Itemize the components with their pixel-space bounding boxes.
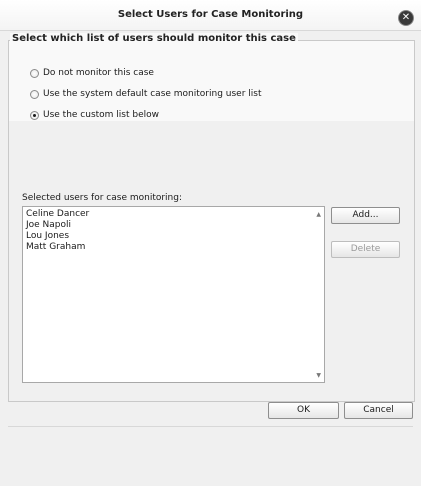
radio-label: Use the custom list below [43, 110, 160, 120]
add-button[interactable]: Add... [331, 207, 400, 224]
radio-do-not-monitor[interactable]: Do not monitor this case [30, 66, 154, 80]
scroll-up-arrow-icon[interactable]: ▲ [316, 211, 321, 218]
group-legend: Select which list of users should monito… [10, 33, 298, 44]
radio-custom-list[interactable]: Use the custom list below [30, 108, 159, 122]
dialog-titlebar: Select Users for Case Monitoring ✕ [0, 0, 421, 31]
close-icon[interactable]: ✕ [399, 11, 413, 25]
scroll-down-arrow-icon[interactable]: ▼ [316, 372, 321, 379]
radio-button-icon[interactable] [30, 110, 39, 120]
list-item[interactable]: Joe Napoli [26, 220, 321, 231]
user-list-label: Selected users for case monitoring: [22, 193, 183, 203]
ok-button[interactable]: OK [268, 402, 339, 419]
radio-button-icon[interactable] [30, 68, 39, 78]
user-listbox[interactable]: Celine Dancer Joe Napoli Lou Jones Matt … [22, 206, 325, 383]
list-item[interactable]: Matt Graham [26, 242, 321, 253]
delete-button[interactable]: Delete [331, 241, 400, 258]
dialog-footer [8, 426, 413, 479]
radio-button-icon[interactable] [30, 89, 39, 99]
cancel-button[interactable]: Cancel [344, 402, 413, 419]
list-item[interactable]: Lou Jones [26, 231, 321, 242]
dialog-title: Select Users for Case Monitoring [117, 9, 304, 20]
radio-system-default[interactable]: Use the system default case monitoring u… [30, 87, 261, 101]
radio-label: Use the system default case monitoring u… [43, 89, 262, 99]
radio-label: Do not monitor this case [43, 68, 154, 78]
list-item[interactable]: Celine Dancer [26, 209, 321, 220]
